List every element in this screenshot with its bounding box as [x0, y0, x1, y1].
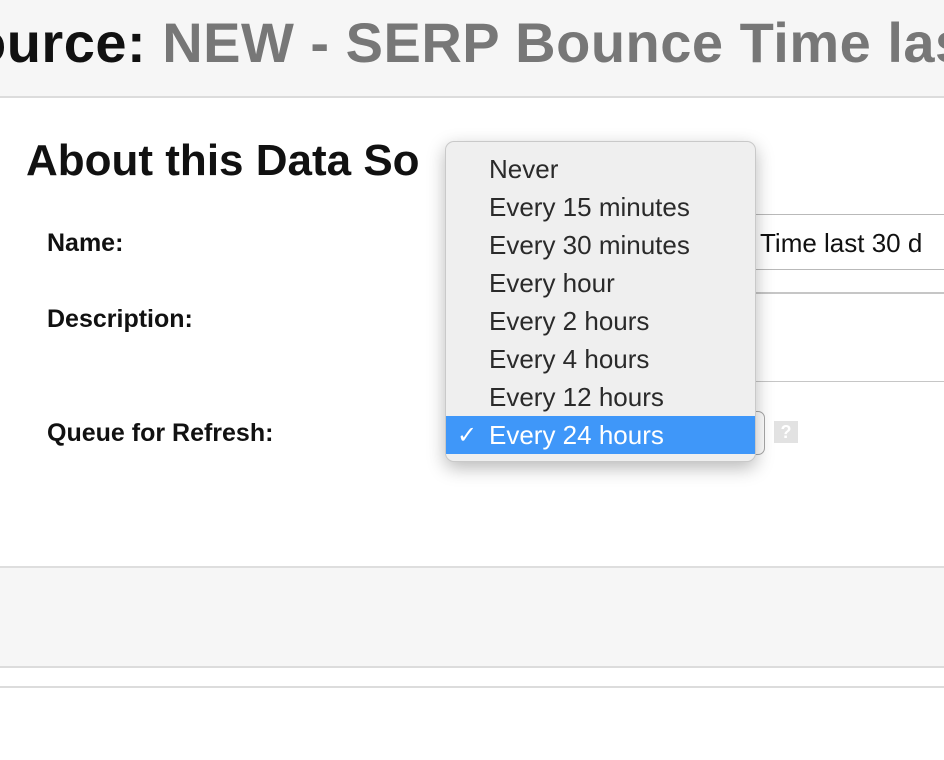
checkmark-icon: ✓ — [457, 421, 478, 449]
option-every-2-hours[interactable]: Every 2 hours — [446, 302, 755, 340]
option-every-12-hours[interactable]: Every 12 hours — [446, 378, 755, 416]
section-heading: About this Data So — [26, 136, 420, 185]
page-title-prefix: ource: — [0, 11, 147, 74]
description-label: Description: — [47, 305, 193, 333]
form-footer — [0, 566, 944, 668]
help-icon[interactable]: ? — [774, 421, 798, 443]
data-source-page: ource: NEW - SERP Bounce Time las About … — [0, 0, 944, 760]
page-header: ource: NEW - SERP Bounce Time las — [0, 0, 944, 98]
refresh-interval-dropdown: Never Every 15 minutes Every 30 minutes … — [445, 141, 756, 462]
page-title: ource: NEW - SERP Bounce Time las — [0, 10, 944, 75]
option-label: Every 24 hours — [489, 420, 664, 450]
field-divider — [756, 292, 944, 294]
description-textarea[interactable] — [756, 304, 944, 382]
option-every-30-minutes[interactable]: Every 30 minutes — [446, 226, 755, 264]
option-never[interactable]: Never — [446, 150, 755, 188]
queue-for-refresh-label: Queue for Refresh: — [47, 419, 274, 447]
option-every-hour[interactable]: Every hour — [446, 264, 755, 302]
option-every-15-minutes[interactable]: Every 15 minutes — [446, 188, 755, 226]
name-label: Name: — [47, 229, 124, 257]
footer-divider — [0, 686, 944, 688]
option-every-4-hours[interactable]: Every 4 hours — [446, 340, 755, 378]
data-source-name-title: NEW - SERP Bounce Time las — [162, 11, 944, 74]
option-every-24-hours[interactable]: ✓ Every 24 hours — [446, 416, 755, 454]
